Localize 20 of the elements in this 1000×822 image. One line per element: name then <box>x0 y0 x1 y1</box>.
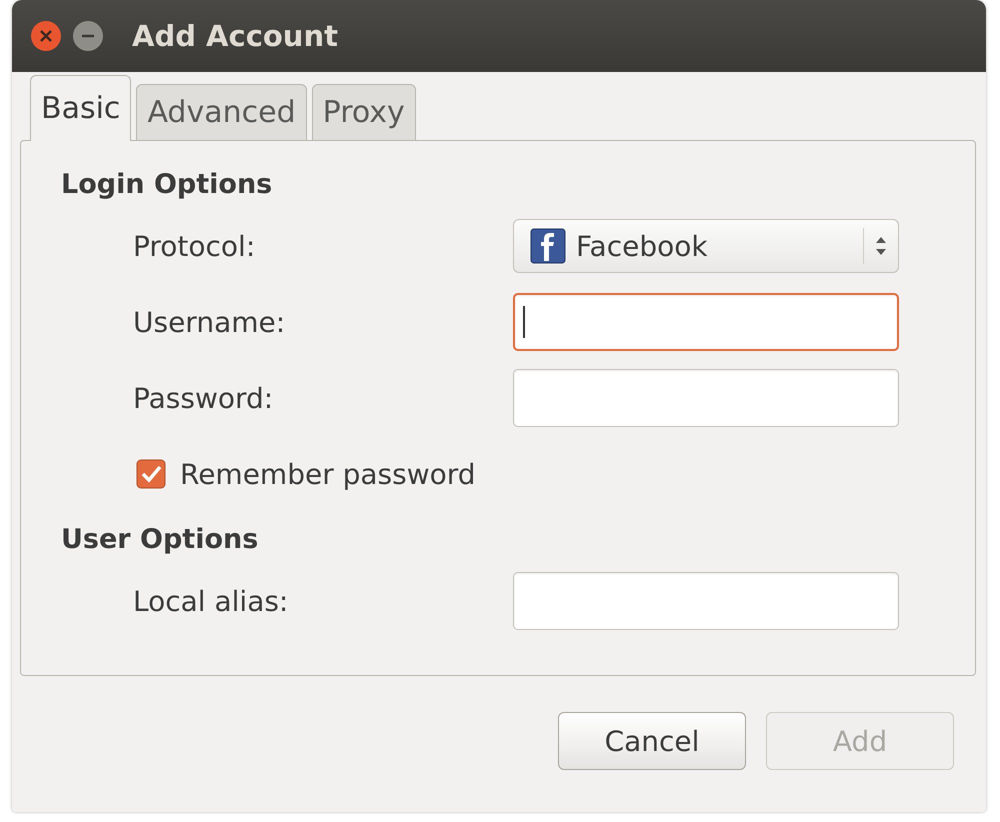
input-field[interactable] <box>513 369 899 427</box>
field-label: Protocol: <box>133 230 256 262</box>
app-logo-icon <box>530 228 566 264</box>
checkbox[interactable] <box>136 459 166 489</box>
close-icon[interactable] <box>30 20 62 52</box>
input-field[interactable] <box>513 293 899 351</box>
tab[interactable]: Advanced <box>136 84 307 140</box>
minimize-icon[interactable] <box>72 20 104 52</box>
checkbox-label[interactable]: Remember password <box>180 458 476 490</box>
dialog-button[interactable]: Cancel <box>558 712 746 770</box>
input-field[interactable] <box>513 572 899 630</box>
field-label: Local alias: <box>133 584 290 618</box>
section-heading: Login Options <box>60 168 274 202</box>
tab[interactable]: Proxy <box>312 84 416 140</box>
field-label: Password: <box>133 382 274 414</box>
window-title: Add Account <box>132 19 338 53</box>
section-heading: User Options <box>60 523 260 557</box>
protocol-dropdown[interactable]: Facebook <box>513 219 899 273</box>
field-label: Username: <box>133 306 286 338</box>
tab[interactable]: Basic <box>30 75 132 141</box>
